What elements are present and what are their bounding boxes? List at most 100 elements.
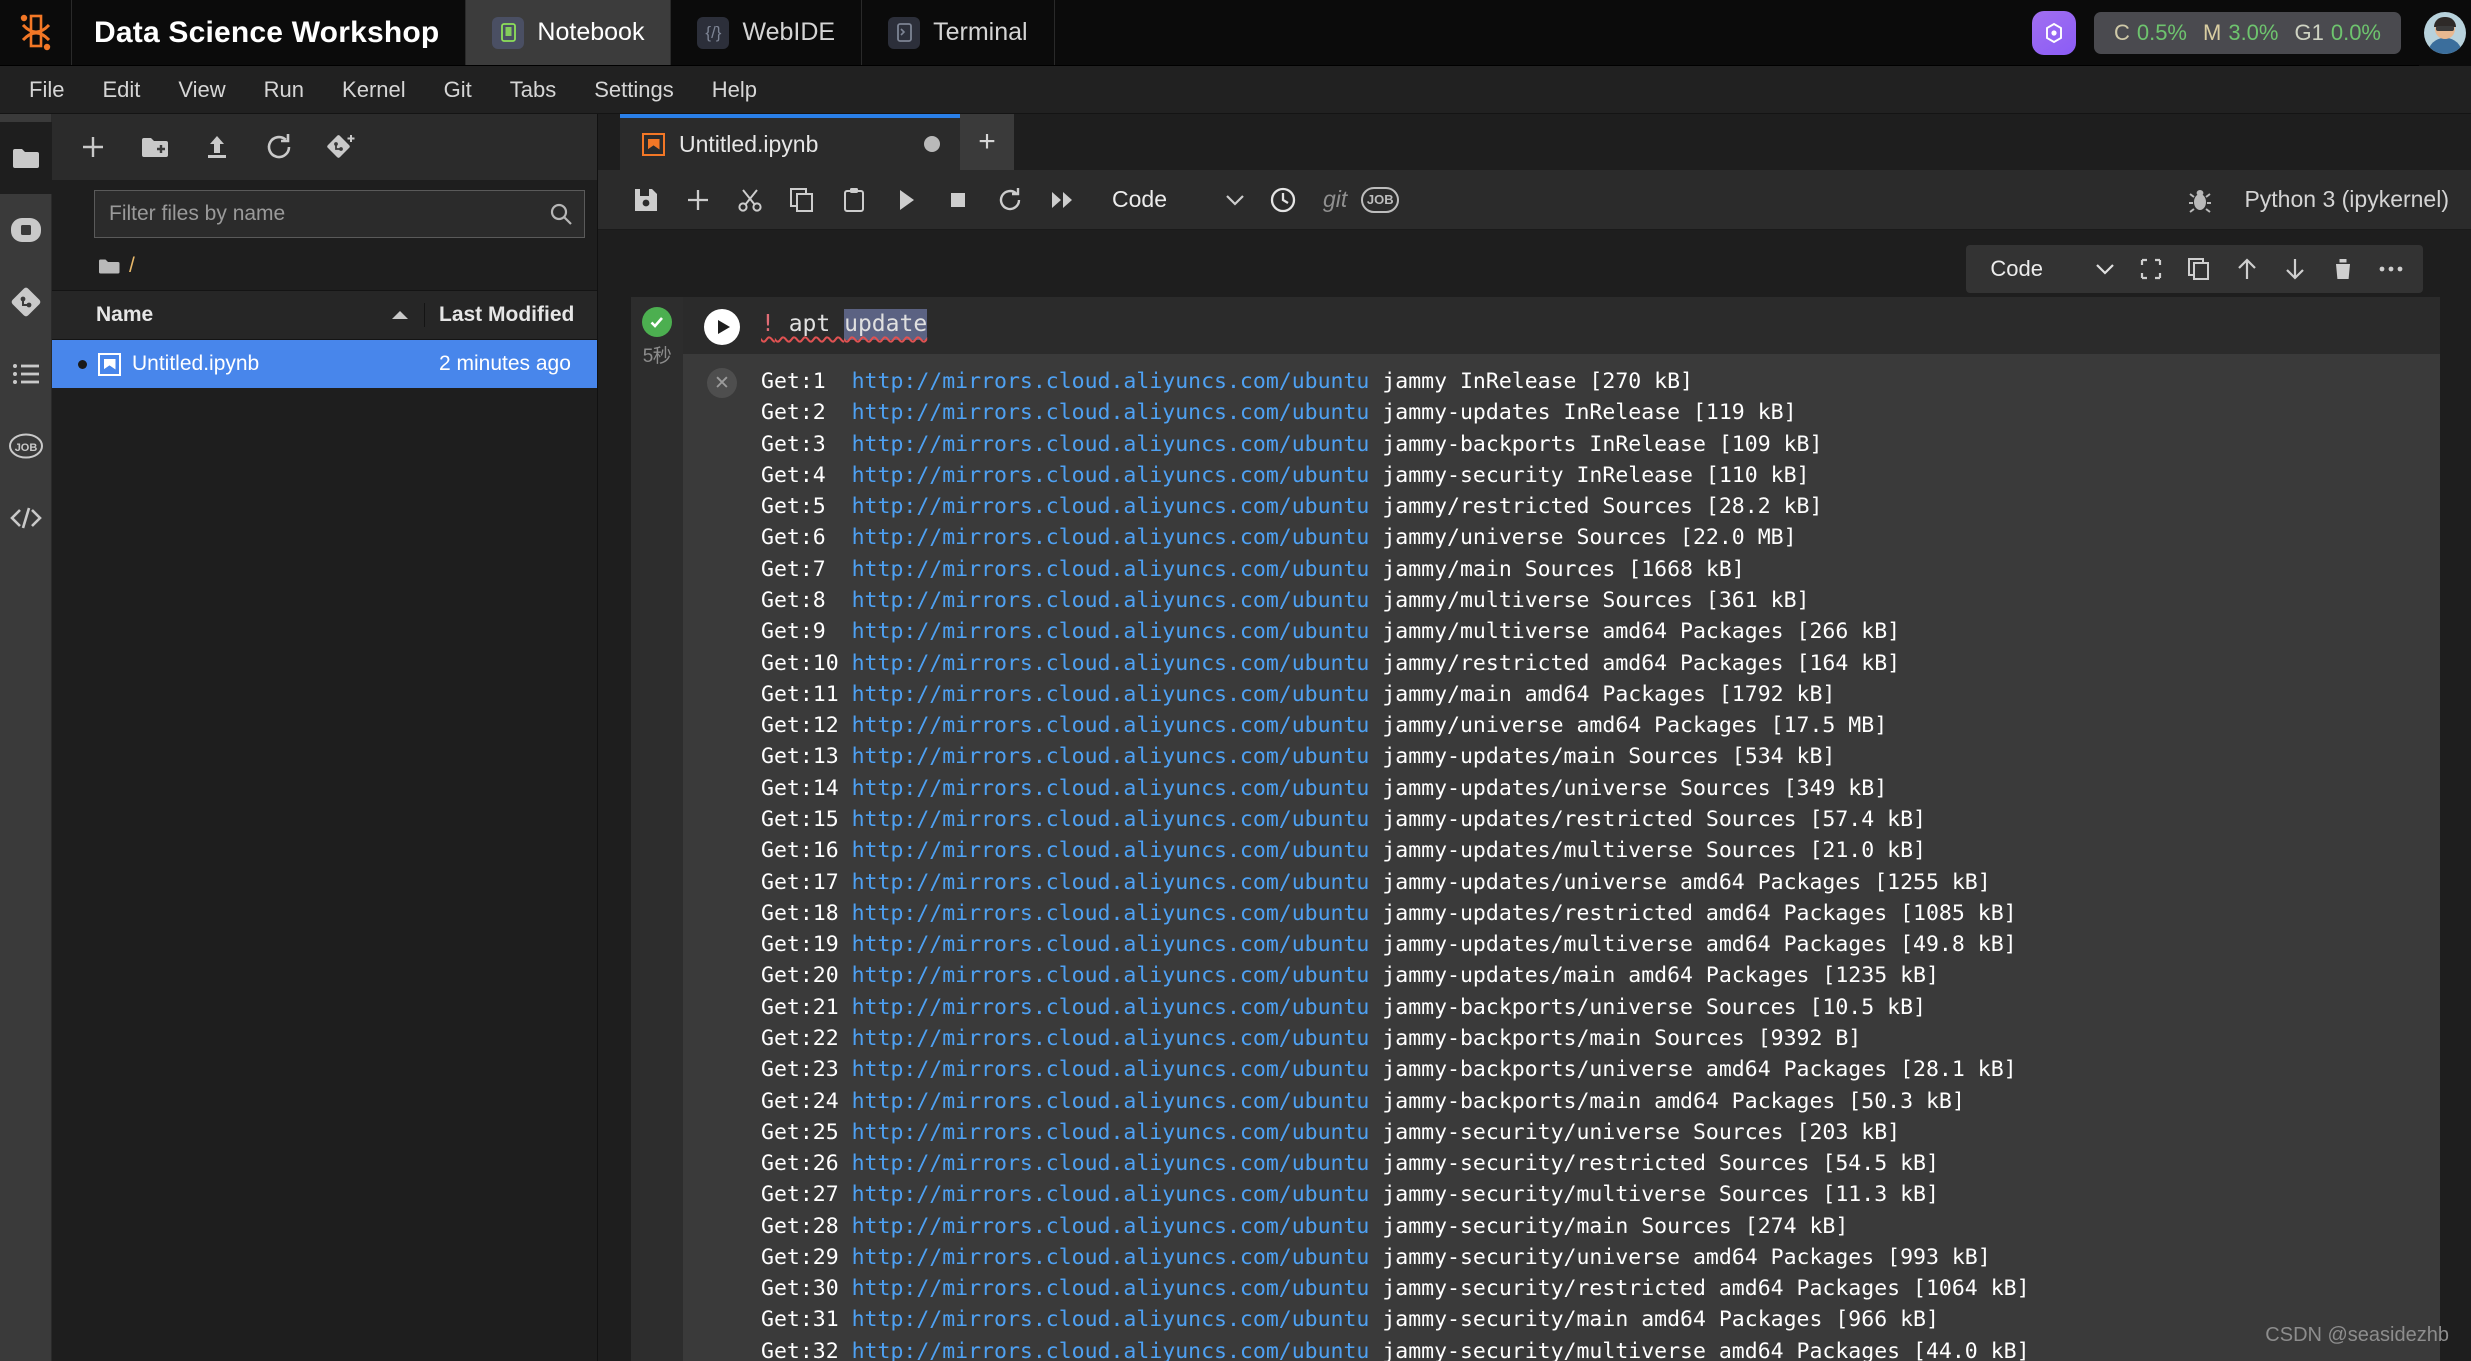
file-list-empty-area[interactable]	[52, 388, 597, 1361]
output-line: Get:32 http://mirrors.cloud.aliyuncs.com…	[761, 1336, 2422, 1361]
upload-files-button[interactable]	[186, 116, 248, 178]
output-line-url[interactable]: http://mirrors.cloud.aliyuncs.com/ubuntu	[852, 713, 1370, 738]
output-line-url[interactable]: http://mirrors.cloud.aliyuncs.com/ubuntu	[852, 432, 1370, 457]
menu-help[interactable]: Help	[693, 66, 776, 114]
refresh-file-list-button[interactable]	[248, 116, 310, 178]
output-line-url[interactable]: http://mirrors.cloud.aliyuncs.com/ubuntu	[852, 870, 1370, 895]
app-tab-terminal[interactable]: Terminal	[862, 0, 1054, 65]
breadcrumb[interactable]: /	[52, 246, 597, 290]
column-header-last-modified[interactable]: Last Modified	[425, 303, 597, 327]
run-cell-button[interactable]	[704, 309, 740, 345]
output-line-url[interactable]: http://mirrors.cloud.aliyuncs.com/ubuntu	[852, 1089, 1370, 1114]
output-line-url[interactable]: http://mirrors.cloud.aliyuncs.com/ubuntu	[852, 557, 1370, 582]
cell-type-dropdown[interactable]: Code	[1098, 176, 1257, 224]
collapse-cell-button[interactable]	[2127, 245, 2175, 293]
menu-kernel[interactable]: Kernel	[323, 66, 425, 114]
job-icon[interactable]: JOB	[1361, 187, 1399, 213]
output-line-url[interactable]: http://mirrors.cloud.aliyuncs.com/ubuntu	[852, 1276, 1370, 1301]
move-cell-up-button[interactable]	[2223, 245, 2271, 293]
menu-edit[interactable]: Edit	[83, 66, 159, 114]
clock-icon[interactable]	[1257, 174, 1309, 226]
output-line-url[interactable]: http://mirrors.cloud.aliyuncs.com/ubuntu	[852, 1214, 1370, 1239]
output-line-url[interactable]: http://mirrors.cloud.aliyuncs.com/ubuntu	[852, 525, 1370, 550]
column-header-name[interactable]: Name	[52, 303, 425, 327]
new-launcher-button[interactable]	[62, 116, 124, 178]
running-sessions-icon[interactable]	[0, 194, 52, 266]
output-line-url[interactable]: http://mirrors.cloud.aliyuncs.com/ubuntu	[852, 400, 1370, 425]
job-icon[interactable]: JOB	[0, 410, 52, 482]
output-line-url[interactable]: http://mirrors.cloud.aliyuncs.com/ubuntu	[852, 744, 1370, 769]
output-line-url[interactable]: http://mirrors.cloud.aliyuncs.com/ubuntu	[852, 932, 1370, 957]
output-line-url[interactable]: http://mirrors.cloud.aliyuncs.com/ubuntu	[852, 776, 1370, 801]
output-line-url[interactable]: http://mirrors.cloud.aliyuncs.com/ubuntu	[852, 619, 1370, 644]
output-line-url[interactable]: http://mirrors.cloud.aliyuncs.com/ubuntu	[852, 1245, 1370, 1270]
kernel-selector[interactable]: Python 3 (ipykernel)	[2226, 186, 2459, 213]
output-line-url[interactable]: http://mirrors.cloud.aliyuncs.com/ubuntu	[852, 1307, 1370, 1332]
duplicate-cell-button[interactable]	[2175, 245, 2223, 293]
bug-icon[interactable]	[2174, 174, 2226, 226]
output-line-url[interactable]: http://mirrors.cloud.aliyuncs.com/ubuntu	[852, 1026, 1370, 1051]
output-line-url[interactable]: http://mirrors.cloud.aliyuncs.com/ubuntu	[852, 1339, 1370, 1361]
close-output-icon[interactable]: ✕	[707, 368, 737, 398]
unsaved-close-icon[interactable]	[924, 136, 940, 152]
table-of-contents-icon[interactable]	[0, 338, 52, 410]
cell-type-dropdown[interactable]: Code	[1974, 256, 2127, 282]
breadcrumb-root[interactable]: /	[129, 254, 135, 278]
app-tab-webide[interactable]: {/} WebIDE	[671, 0, 862, 65]
menu-tabs[interactable]: Tabs	[491, 66, 575, 114]
output-line-url[interactable]: http://mirrors.cloud.aliyuncs.com/ubuntu	[852, 1182, 1370, 1207]
output-line-url[interactable]: http://mirrors.cloud.aliyuncs.com/ubuntu	[852, 651, 1370, 676]
save-icon[interactable]	[620, 174, 672, 226]
cell-output-stream[interactable]: Get:1 http://mirrors.cloud.aliyuncs.com/…	[761, 354, 2440, 1361]
move-cell-down-button[interactable]	[2271, 245, 2319, 293]
menu-run[interactable]: Run	[245, 66, 323, 114]
copy-icon[interactable]	[776, 174, 828, 226]
app-tab-notebook[interactable]: Notebook	[466, 0, 671, 65]
output-line-url[interactable]: http://mirrors.cloud.aliyuncs.com/ubuntu	[852, 995, 1370, 1020]
jupyter-logo-icon[interactable]	[0, 0, 72, 65]
more-cell-options-button[interactable]	[2367, 245, 2415, 293]
notebook-scroll-region[interactable]: Code	[598, 230, 2471, 1361]
file-list-item[interactable]: Untitled.ipynb 2 minutes ago	[52, 340, 597, 388]
output-line-url[interactable]: http://mirrors.cloud.aliyuncs.com/ubuntu	[852, 901, 1370, 926]
fast-forward-icon[interactable]	[1036, 174, 1088, 226]
output-line-url[interactable]: http://mirrors.cloud.aliyuncs.com/ubuntu	[852, 807, 1370, 832]
new-tab-button[interactable]: +	[960, 114, 1014, 170]
trash-icon[interactable]	[2319, 245, 2367, 293]
output-line-url[interactable]: http://mirrors.cloud.aliyuncs.com/ubuntu	[852, 1120, 1370, 1145]
output-line-url[interactable]: http://mirrors.cloud.aliyuncs.com/ubuntu	[852, 963, 1370, 988]
document-tab-label: Untitled.ipynb	[679, 131, 818, 158]
menu-view[interactable]: View	[159, 66, 244, 114]
avatar[interactable]	[2419, 0, 2471, 66]
git-icon[interactable]	[0, 266, 52, 338]
play-icon[interactable]	[880, 174, 932, 226]
output-line-url[interactable]: http://mirrors.cloud.aliyuncs.com/ubuntu	[852, 369, 1370, 394]
stop-icon[interactable]	[932, 174, 984, 226]
git-label-button[interactable]: git	[1309, 186, 1361, 213]
paste-icon[interactable]	[828, 174, 880, 226]
git-plus-icon[interactable]	[310, 116, 372, 178]
resource-usage-indicator[interactable]: C 0.5% M 3.0% G1 0.0%	[2094, 12, 2401, 54]
output-line-url[interactable]: http://mirrors.cloud.aliyuncs.com/ubuntu	[852, 1057, 1370, 1082]
new-folder-button[interactable]	[124, 116, 186, 178]
output-line-url[interactable]: http://mirrors.cloud.aliyuncs.com/ubuntu	[852, 838, 1370, 863]
code-editor[interactable]: ! apt update	[761, 297, 2440, 354]
code-snippets-icon[interactable]	[0, 482, 52, 554]
document-tab-untitled-ipynb[interactable]: Untitled.ipynb	[620, 114, 960, 170]
output-line-url[interactable]: http://mirrors.cloud.aliyuncs.com/ubuntu	[852, 1151, 1370, 1176]
output-gutter: ✕	[683, 354, 761, 398]
menu-settings[interactable]: Settings	[575, 66, 693, 114]
plus-icon[interactable]	[672, 174, 724, 226]
ai-assistant-icon[interactable]	[2032, 11, 2076, 55]
output-line-url[interactable]: http://mirrors.cloud.aliyuncs.com/ubuntu	[852, 588, 1370, 613]
menu-file[interactable]: File	[10, 66, 83, 114]
restart-icon[interactable]	[984, 174, 1036, 226]
output-line-url[interactable]: http://mirrors.cloud.aliyuncs.com/ubuntu	[852, 494, 1370, 519]
menu-git[interactable]: Git	[425, 66, 491, 114]
search-input[interactable]	[94, 190, 585, 238]
output-line-url[interactable]: http://mirrors.cloud.aliyuncs.com/ubuntu	[852, 463, 1370, 488]
notebook-cell[interactable]: 5秒 ! apt update	[630, 296, 2441, 1361]
scissors-icon[interactable]	[724, 174, 776, 226]
file-browser-icon[interactable]	[0, 122, 52, 194]
output-line-url[interactable]: http://mirrors.cloud.aliyuncs.com/ubuntu	[852, 682, 1370, 707]
